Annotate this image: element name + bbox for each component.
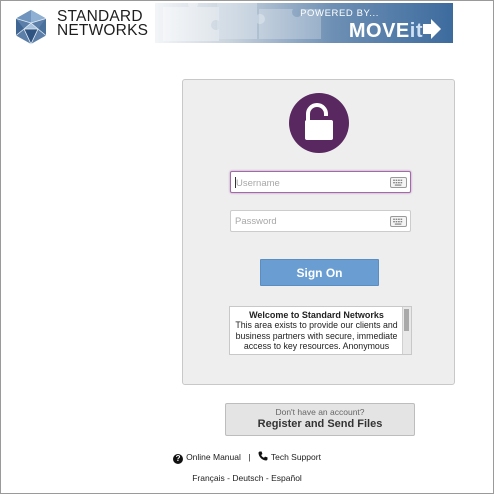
language-links: Français - Deutsch - Español (1, 473, 493, 483)
welcome-message-box: Welcome to Standard Networks This area e… (229, 306, 412, 355)
page-header: STANDARD NETWORKS POWERED BY... MOVEit (1, 1, 493, 47)
lang-separator: - (263, 473, 272, 483)
lang-german-link[interactable]: Deutsch (232, 473, 263, 483)
password-placeholder: Password (235, 216, 277, 227)
welcome-scrollbar[interactable] (402, 307, 411, 354)
lang-french-link[interactable]: Français (192, 473, 225, 483)
login-panel: Username Password Sign On Welcome to Sta… (182, 79, 455, 385)
online-manual-link[interactable]: Online Manual (186, 452, 241, 462)
welcome-body: This area exists to provide our clients … (235, 320, 398, 352)
password-input[interactable]: Password (230, 210, 411, 232)
keyboard-icon[interactable] (390, 216, 407, 227)
company-name-line2: NETWORKS (57, 22, 149, 39)
username-placeholder: Username (236, 178, 280, 189)
help-icon: ? (173, 454, 184, 464)
lang-spanish-link[interactable]: Español (271, 473, 302, 483)
logo-icosahedron-icon (15, 10, 47, 45)
keyboard-icon[interactable] (390, 177, 407, 188)
sign-on-button[interactable]: Sign On (260, 259, 379, 286)
tech-support-link[interactable]: Tech Support (271, 452, 321, 462)
unlock-icon (289, 93, 349, 153)
phone-icon (258, 451, 268, 461)
welcome-title: Welcome to Standard Networks (249, 310, 384, 320)
welcome-content: Welcome to Standard Networks This area e… (232, 310, 401, 352)
moveit-product-name: MOVEit (348, 20, 423, 42)
help-links: ? Online Manual | Tech Support (1, 451, 493, 464)
register-question: Don't have an account? (275, 407, 365, 417)
arrow-icon (423, 19, 441, 39)
register-button[interactable]: Don't have an account? Register and Send… (225, 403, 415, 436)
moveit-banner: POWERED BY... MOVEit (155, 3, 453, 43)
username-input[interactable]: Username (230, 171, 411, 193)
scrollbar-thumb[interactable] (404, 309, 409, 331)
powered-by-label: POWERED BY... (300, 8, 379, 19)
link-separator: | (248, 452, 251, 462)
register-label: Register and Send Files (257, 418, 383, 430)
company-name: STANDARD NETWORKS (57, 9, 149, 39)
